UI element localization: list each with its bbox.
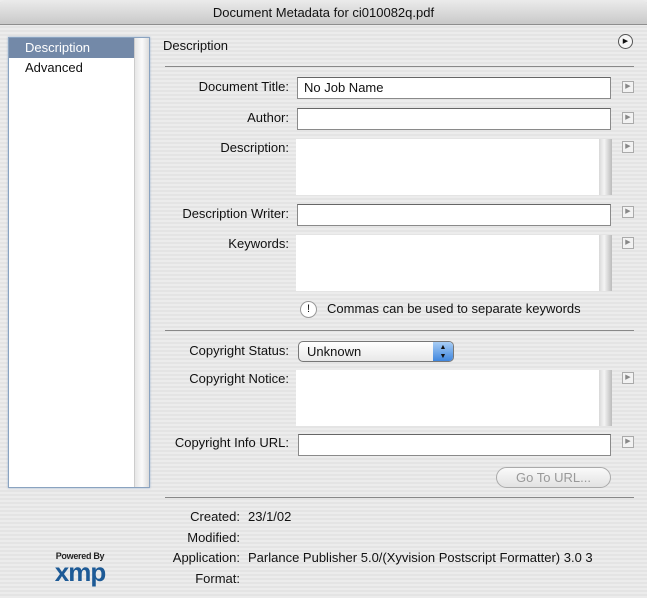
copyright-url-menu-arrow-icon[interactable]: ▶ <box>622 436 634 448</box>
window-title: Document Metadata for ci010082q.pdf <box>212 5 435 20</box>
created-value: 23/1/02 <box>248 509 292 524</box>
author-menu-arrow-icon[interactable]: ▶ <box>622 112 634 124</box>
copyright-notice-textarea[interactable] <box>296 370 612 426</box>
description-writer-menu-arrow-icon[interactable]: ▶ <box>622 206 634 218</box>
document-title-input[interactable]: No Job Name <box>297 77 611 99</box>
application-label: Application: <box>172 550 240 565</box>
copyright-notice-menu-arrow-icon[interactable]: ▶ <box>622 372 634 384</box>
copyright-status-select[interactable]: Unknown ▲ ▼ <box>298 341 454 362</box>
author-label: Author: <box>247 110 289 125</box>
keywords-label: Keywords: <box>228 236 289 251</box>
modified-label: Modified: <box>187 530 240 545</box>
keywords-textarea[interactable] <box>296 235 612 291</box>
circle-play-icon[interactable]: ▶ <box>618 34 633 49</box>
sidebar-item-advanced[interactable]: Advanced <box>9 58 135 78</box>
xmp-logo: Powered By xmp <box>40 551 120 587</box>
format-label: Format: <box>195 571 240 586</box>
keywords-hint: Commas can be used to separate keywords <box>327 301 581 316</box>
divider <box>165 66 634 67</box>
divider <box>165 497 634 498</box>
window-title-bar: Document Metadata for ci010082q.pdf <box>0 0 647 25</box>
copyright-status-label: Copyright Status: <box>189 343 289 358</box>
keywords-menu-arrow-icon[interactable]: ▶ <box>622 237 634 249</box>
sidebar-item-description[interactable]: Description <box>9 38 135 58</box>
description-writer-label: Description Writer: <box>182 206 289 221</box>
document-title-menu-arrow-icon[interactable]: ▶ <box>622 81 634 93</box>
copyright-url-label: Copyright Info URL: <box>174 435 289 450</box>
description-scrollbar[interactable] <box>599 139 612 195</box>
go-to-url-button[interactable]: Go To URL... <box>496 467 611 488</box>
description-label: Description: <box>220 140 289 155</box>
sidebar-scrollbar[interactable] <box>134 38 149 487</box>
sidebar-list: Description Advanced <box>8 37 150 488</box>
keywords-scrollbar[interactable] <box>599 235 612 291</box>
copyright-notice-label: Copyright Notice: <box>189 371 289 386</box>
description-menu-arrow-icon[interactable]: ▶ <box>622 141 634 153</box>
copyright-url-input[interactable] <box>298 434 611 456</box>
description-textarea[interactable] <box>296 139 612 195</box>
author-input[interactable] <box>297 108 611 130</box>
divider <box>165 330 634 331</box>
xmp-brand: xmp <box>54 557 106 587</box>
application-value: Parlance Publisher 5.0/(Xyvision Postscr… <box>248 550 593 565</box>
created-label: Created: <box>190 509 240 524</box>
description-writer-input[interactable] <box>297 204 611 226</box>
info-exclamation-icon: ! <box>300 301 317 318</box>
copyright-status-value: Unknown <box>307 344 362 359</box>
panel-title: Description <box>163 38 229 53</box>
copyright-notice-scrollbar[interactable] <box>599 370 612 426</box>
chevron-up-down-icon: ▲ ▼ <box>433 342 453 361</box>
document-title-label: Document Title: <box>198 79 289 94</box>
